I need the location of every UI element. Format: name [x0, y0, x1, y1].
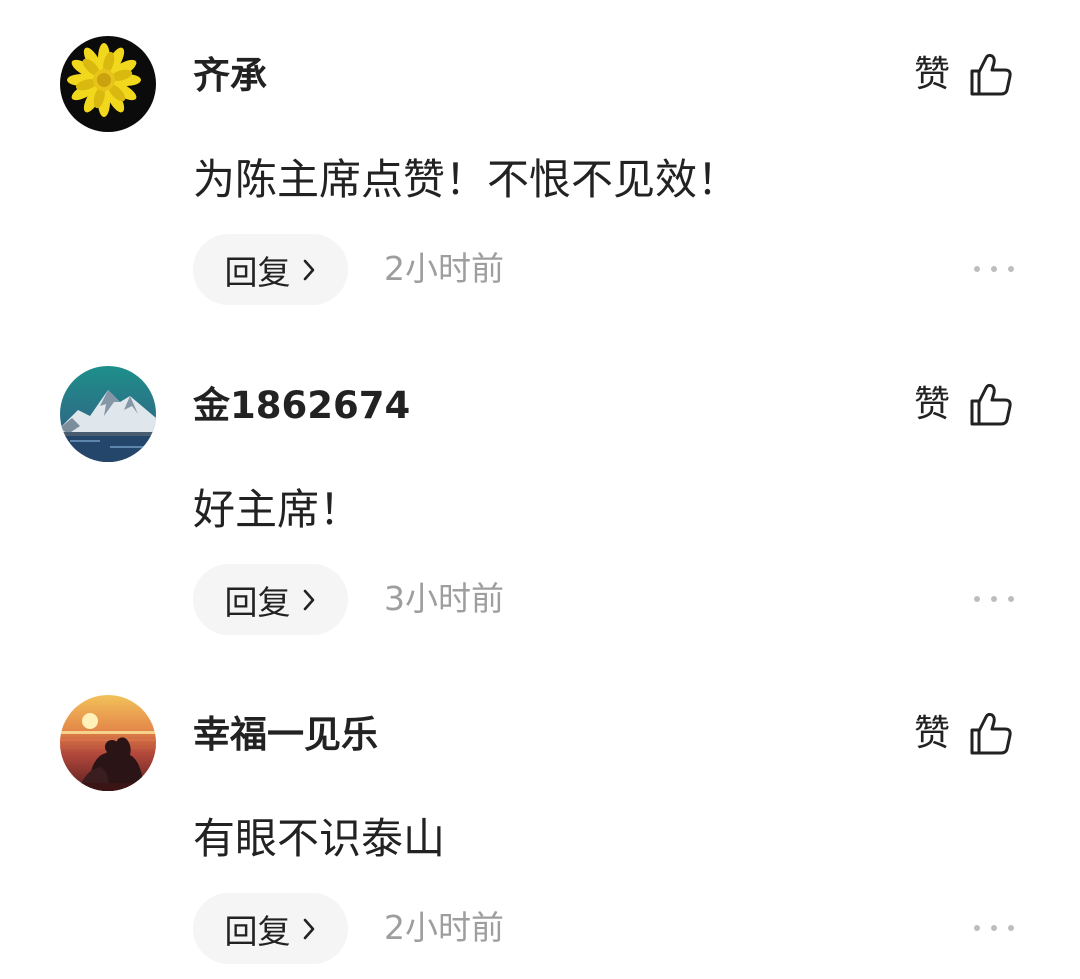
- like-button[interactable]: 赞: [914, 709, 1014, 759]
- more-dots-icon[interactable]: [974, 262, 1014, 276]
- comment-item: 齐承 赞 为陈主席点赞！不恨不见效！ 回复 2小时前: [0, 0, 1080, 320]
- comment-text: 有眼不识泰山: [193, 814, 446, 863]
- reply-button[interactable]: 回复: [193, 564, 348, 635]
- comment-text: 为陈主席点赞！不恨不见效！: [193, 155, 740, 204]
- more-dots-icon[interactable]: [974, 921, 1014, 935]
- username[interactable]: 幸福一见乐: [193, 711, 378, 759]
- reply-button[interactable]: 回复: [193, 234, 348, 305]
- username[interactable]: 金1862674: [193, 382, 410, 430]
- reply-label: 回复: [224, 252, 291, 292]
- like-button[interactable]: 赞: [914, 50, 1014, 100]
- reply-label: 回复: [224, 582, 291, 622]
- thumbs-up-icon: [970, 383, 1012, 426]
- username[interactable]: 齐承: [193, 52, 267, 100]
- comment-time: 2小时前: [384, 249, 504, 288]
- like-label: 赞: [913, 713, 950, 754]
- avatar[interactable]: [60, 695, 156, 791]
- comment-time: 3小时前: [384, 579, 504, 618]
- reply-button[interactable]: 回复: [193, 893, 348, 964]
- chevron-right-icon: [303, 259, 314, 280]
- like-label: 赞: [913, 54, 950, 95]
- like-button[interactable]: 赞: [914, 380, 1014, 430]
- thumbs-up-icon: [970, 712, 1012, 755]
- more-dots-icon[interactable]: [974, 592, 1014, 606]
- chevron-right-icon: [303, 589, 314, 610]
- thumbs-up-icon: [970, 53, 1012, 96]
- comment-text: 好主席！: [193, 485, 362, 534]
- comment-time: 2小时前: [384, 908, 504, 947]
- reply-label: 回复: [224, 911, 291, 951]
- comment-item: 金1862674 赞 好主席！ 回复 3小时前: [0, 330, 1080, 650]
- like-label: 赞: [913, 384, 950, 425]
- avatar[interactable]: [60, 36, 156, 132]
- avatar[interactable]: [60, 366, 156, 462]
- chevron-right-icon: [303, 918, 314, 939]
- comment-item: 幸福一见乐 赞 有眼不识泰山 回复 2小时前: [0, 659, 1080, 979]
